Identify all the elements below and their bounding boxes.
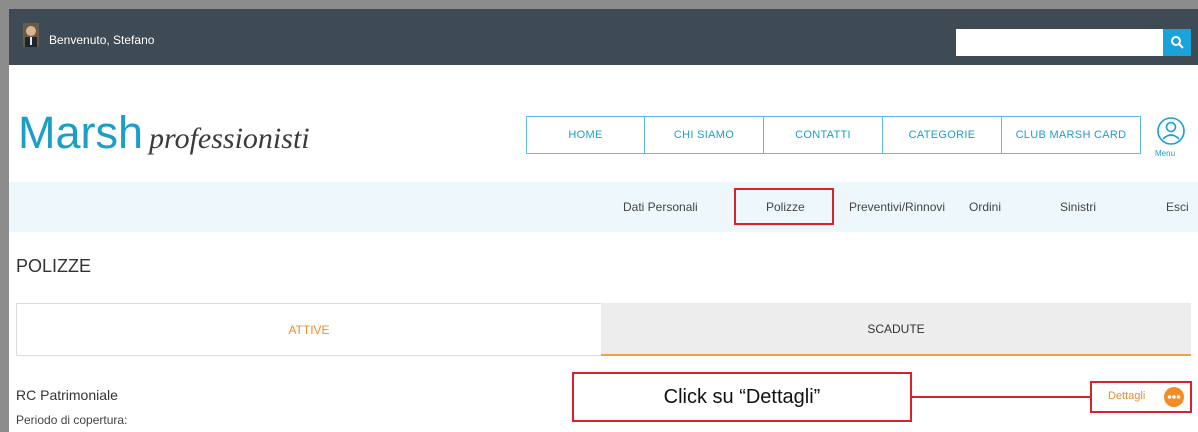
nav-item-club-marsh-card[interactable]: CLUB MARSH CARD <box>1001 116 1141 154</box>
top-bar: Benvenuto, Stefano <box>9 9 1198 65</box>
subnav-item-preventivi-rinnovi[interactable]: Preventivi/Rinnovi <box>849 200 945 214</box>
search-input[interactable] <box>956 29 1163 56</box>
marsh-logo[interactable]: Marsh professionisti <box>18 107 310 159</box>
screenshot-frame: Benvenuto, Stefano Marsh professionisti H… <box>0 0 1198 432</box>
main-nav: HOME CHI SIAMO CONTATTI CATEGORIE CLUB M… <box>526 116 1141 154</box>
policy-name: RC Patrimoniale <box>16 387 118 403</box>
nav-item-contatti[interactable]: CONTATTI <box>763 116 883 154</box>
subnav-item-polizze[interactable]: Polizze <box>766 200 805 214</box>
policy-tabs: ATTIVE SCADUTE <box>16 303 1191 356</box>
subnav-item-sinistri[interactable]: Sinistri <box>1060 200 1096 214</box>
details-link[interactable]: Dettagli <box>1108 390 1145 402</box>
policy-period-label: Periodo di copertura: <box>16 413 128 427</box>
subnav-item-dati-personali[interactable]: Dati Personali <box>623 200 698 214</box>
search-icon <box>1171 36 1184 49</box>
nav-item-chi-siamo[interactable]: CHI SIAMO <box>644 116 764 154</box>
logo-primary: Marsh <box>18 107 144 158</box>
user-avatar-icon <box>23 23 39 47</box>
tab-scadute[interactable]: SCADUTE <box>601 303 1191 356</box>
page-title: POLIZZE <box>16 256 92 276</box>
logo-secondary: professionisti <box>149 122 310 155</box>
subnav-item-esci[interactable]: Esci <box>1166 200 1189 214</box>
subnav-item-ordini[interactable]: Ordini <box>969 200 1001 214</box>
nav-item-categorie[interactable]: CATEGORIE <box>882 116 1002 154</box>
callout-connector <box>911 396 1091 398</box>
welcome-text: Benvenuto, Stefano <box>49 33 155 47</box>
search-button[interactable] <box>1163 29 1191 56</box>
user-circle-icon[interactable] <box>1153 116 1189 146</box>
nav-item-home[interactable]: HOME <box>526 116 645 154</box>
instruction-callout: Click su “Dettagli” <box>572 372 912 422</box>
menu-label[interactable]: Menu <box>1155 149 1175 158</box>
account-subnav: Dati Personali Polizze Preventivi/Rinnov… <box>9 182 1198 232</box>
more-dots-icon[interactable] <box>1163 386 1185 408</box>
frame-edge-left <box>0 0 9 432</box>
frame-edge-top <box>0 0 1198 9</box>
tab-attive[interactable]: ATTIVE <box>16 303 601 356</box>
